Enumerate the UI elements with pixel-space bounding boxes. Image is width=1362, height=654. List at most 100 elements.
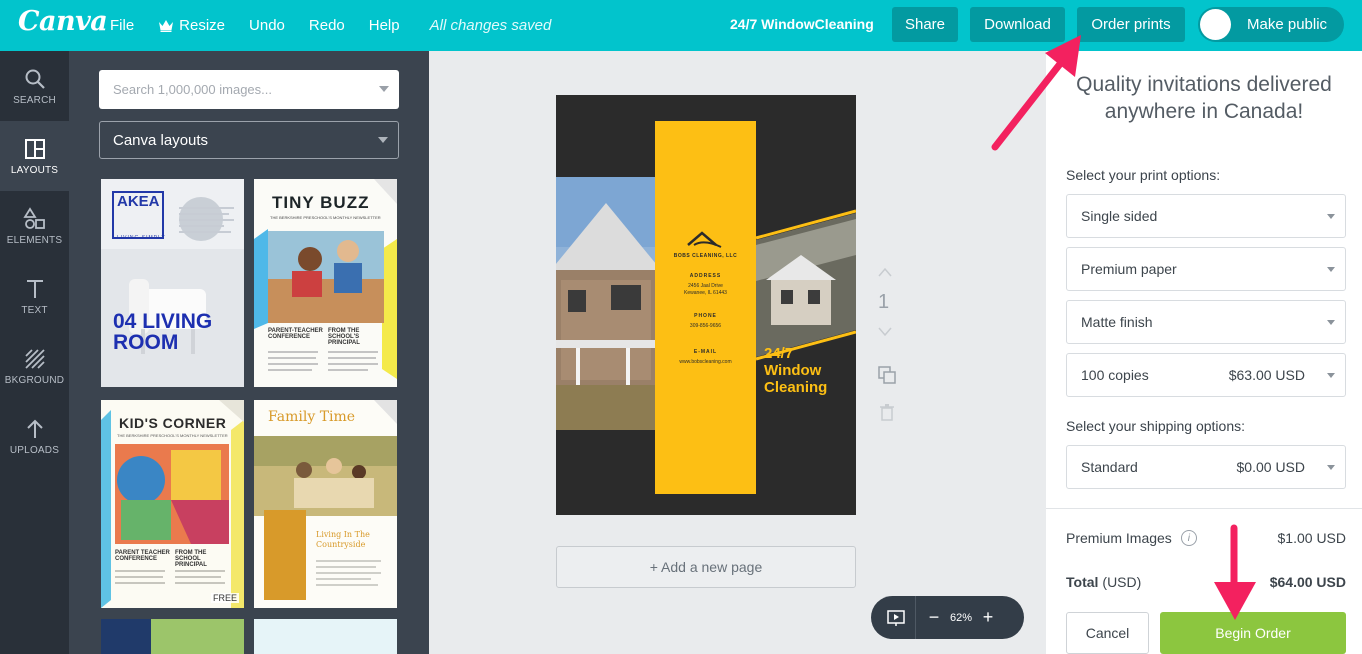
rail-uploads-label: UPLOADS: [9, 444, 60, 456]
akea-subtitle: LIVING SIMPLY: [117, 235, 166, 241]
layouts-select-value: Canva layouts: [113, 131, 209, 149]
headline-line-3: Cleaning: [764, 379, 828, 396]
page-up-icon[interactable]: [878, 267, 892, 277]
address-label[interactable]: ADDRESS: [655, 273, 756, 279]
rail-elements[interactable]: ELEMENTS: [0, 191, 69, 261]
make-public-toggle[interactable]: Make public: [1198, 7, 1344, 42]
crown-icon: [159, 20, 174, 32]
copy-page-icon[interactable]: [877, 365, 897, 385]
premium-images-price: $1.00 USD: [1277, 530, 1346, 546]
page-down-icon[interactable]: [878, 327, 892, 337]
rail-elements-label: ELEMENTS: [6, 234, 63, 246]
menu-file[interactable]: File: [110, 17, 134, 34]
image-search-input[interactable]: Search 1,000,000 images...: [99, 70, 399, 109]
print-options-label: Select your print options:: [1066, 167, 1221, 183]
family-time-heading: Living In The Countryside: [316, 530, 370, 549]
info-icon[interactable]: i: [1180, 530, 1197, 546]
chevron-down-icon: [1327, 214, 1335, 219]
phone-label[interactable]: PHONE: [655, 313, 756, 319]
email-label[interactable]: E-MAIL: [655, 349, 756, 355]
search-placeholder: Search 1,000,000 images...: [113, 82, 272, 97]
order-divider: [1046, 508, 1362, 509]
shapes-icon: [22, 206, 45, 229]
email-value[interactable]: www.bobscleaning.com: [655, 359, 756, 365]
layout-thumb-partial-2[interactable]: [254, 619, 397, 654]
layout-thumb-akea[interactable]: AKEA LIVING SIMPLY 04 LIVING ROOM: [101, 179, 244, 387]
layout-thumb-tiny-buzz[interactable]: TINY BUZZ THE BERKSHIRE PRESCHOOL'S MONT…: [254, 179, 397, 387]
cancel-button[interactable]: Cancel: [1066, 612, 1149, 654]
document-title[interactable]: 24/7 WindowCleaning: [730, 16, 874, 32]
headline-line-1: 24/7: [764, 345, 794, 362]
rail-layouts[interactable]: LAYOUTS: [0, 121, 69, 191]
chevron-down-icon: [379, 86, 389, 92]
menu-resize[interactable]: Resize: [158, 17, 225, 34]
tiny-buzz-title: TINY BUZZ: [272, 193, 370, 212]
top-bar: Canva File Resize Undo Redo Help All cha…: [0, 0, 1362, 51]
chevron-down-icon: [1327, 267, 1335, 272]
akea-big-text: 04 LIVING ROOM: [113, 310, 213, 354]
copies-select[interactable]: 100 copies $63.00 USD: [1066, 353, 1346, 397]
address-line-2[interactable]: Kewanee, IL 61443: [655, 290, 756, 296]
present-icon[interactable]: [887, 609, 905, 627]
menu-resize-label: Resize: [179, 17, 226, 34]
shipping-value: Standard: [1081, 459, 1138, 475]
rail-uploads[interactable]: UPLOADS: [0, 401, 69, 471]
design-art: [556, 95, 856, 515]
rail-text[interactable]: TEXT: [0, 261, 69, 331]
copies-value: 100 copies: [1081, 367, 1149, 383]
text-t-icon: [26, 279, 43, 298]
pointer-arrow-icon: [1214, 524, 1256, 620]
menu-undo[interactable]: Undo: [249, 17, 285, 34]
company-name[interactable]: BOBS CLEANING, LLC: [655, 253, 756, 259]
top-menu: File Resize Undo Redo Help All changes s…: [110, 0, 575, 51]
finish-select[interactable]: Matte finish: [1066, 300, 1346, 344]
paper-select[interactable]: Premium paper: [1066, 247, 1346, 291]
rail-text-label: TEXT: [21, 304, 48, 316]
kids-corner-subtitle: THE BERKSHIRE PRESCHOOL'S MONTHLY NEWSLE…: [117, 433, 228, 438]
paper-value: Premium paper: [1081, 261, 1177, 277]
family-time-title: Family Time: [268, 409, 356, 425]
total-label: Total: [1066, 574, 1099, 590]
zoom-in-button[interactable]: +: [980, 607, 996, 628]
zoom-out-button[interactable]: −: [926, 607, 942, 628]
menu-redo[interactable]: Redo: [309, 17, 345, 34]
tiny-buzz-col2: FROM THE SCHOOL'S PRINCIPAL: [328, 328, 360, 346]
chevron-down-icon: [1327, 465, 1335, 470]
zoom-divider: [915, 596, 916, 639]
partial-thumb-block: [101, 619, 151, 654]
rail-layouts-label: LAYOUTS: [10, 164, 59, 176]
finish-value: Matte finish: [1081, 314, 1153, 330]
address-line-1[interactable]: 2456 Jaal Drive: [655, 283, 756, 289]
headline[interactable]: 24/7 Window Cleaning: [764, 345, 856, 396]
premium-images-label: Premium Images: [1066, 530, 1172, 546]
add-new-page-button[interactable]: + Add a new page: [556, 546, 856, 588]
tiny-buzz-col1: PARENT-TEACHER CONFERENCE: [268, 328, 323, 340]
phone-value[interactable]: 309-856-9656: [655, 323, 756, 329]
sided-select[interactable]: Single sided: [1066, 194, 1346, 238]
share-button[interactable]: Share: [892, 7, 958, 42]
shipping-select[interactable]: Standard $0.00 USD: [1066, 445, 1346, 489]
design-page[interactable]: BOBS CLEANING, LLC ADDRESS 2456 Jaal Dri…: [556, 95, 856, 515]
toggle-knob: [1200, 9, 1231, 40]
layout-thumb-kids-corner[interactable]: KID'S CORNER THE BERKSHIRE PRESCHOOL'S M…: [101, 400, 244, 608]
layouts-select[interactable]: Canva layouts: [99, 121, 399, 159]
shipping-options-label: Select your shipping options:: [1066, 418, 1245, 434]
canvas-area: BOBS CLEANING, LLC ADDRESS 2456 Jaal Dri…: [429, 51, 1046, 654]
menu-help[interactable]: Help: [369, 17, 400, 34]
zoom-level[interactable]: 62%: [950, 612, 972, 624]
rail-background[interactable]: BKGROUND: [0, 331, 69, 401]
save-status: All changes saved: [429, 17, 552, 34]
partial-thumb-photo: [151, 619, 244, 654]
trash-icon[interactable]: [879, 403, 895, 421]
kids-corner-col1: PARENT TEACHER CONFERENCE: [115, 550, 170, 562]
rail-search[interactable]: SEARCH: [0, 51, 69, 121]
total-price: $64.00 USD: [1269, 574, 1346, 590]
layout-thumb-partial-1[interactable]: [101, 619, 244, 654]
canva-logo[interactable]: Canva: [18, 6, 108, 37]
copies-price: $63.00 USD: [1228, 367, 1305, 383]
layout-thumb-family-time[interactable]: Family Time Living In The Countryside: [254, 400, 397, 608]
premium-images-row: Premium Images i $1.00 USD: [1066, 530, 1346, 546]
family-time-preview: [254, 400, 397, 608]
kids-corner-title: KID'S CORNER: [119, 415, 227, 431]
chevron-down-icon: [1327, 373, 1335, 378]
